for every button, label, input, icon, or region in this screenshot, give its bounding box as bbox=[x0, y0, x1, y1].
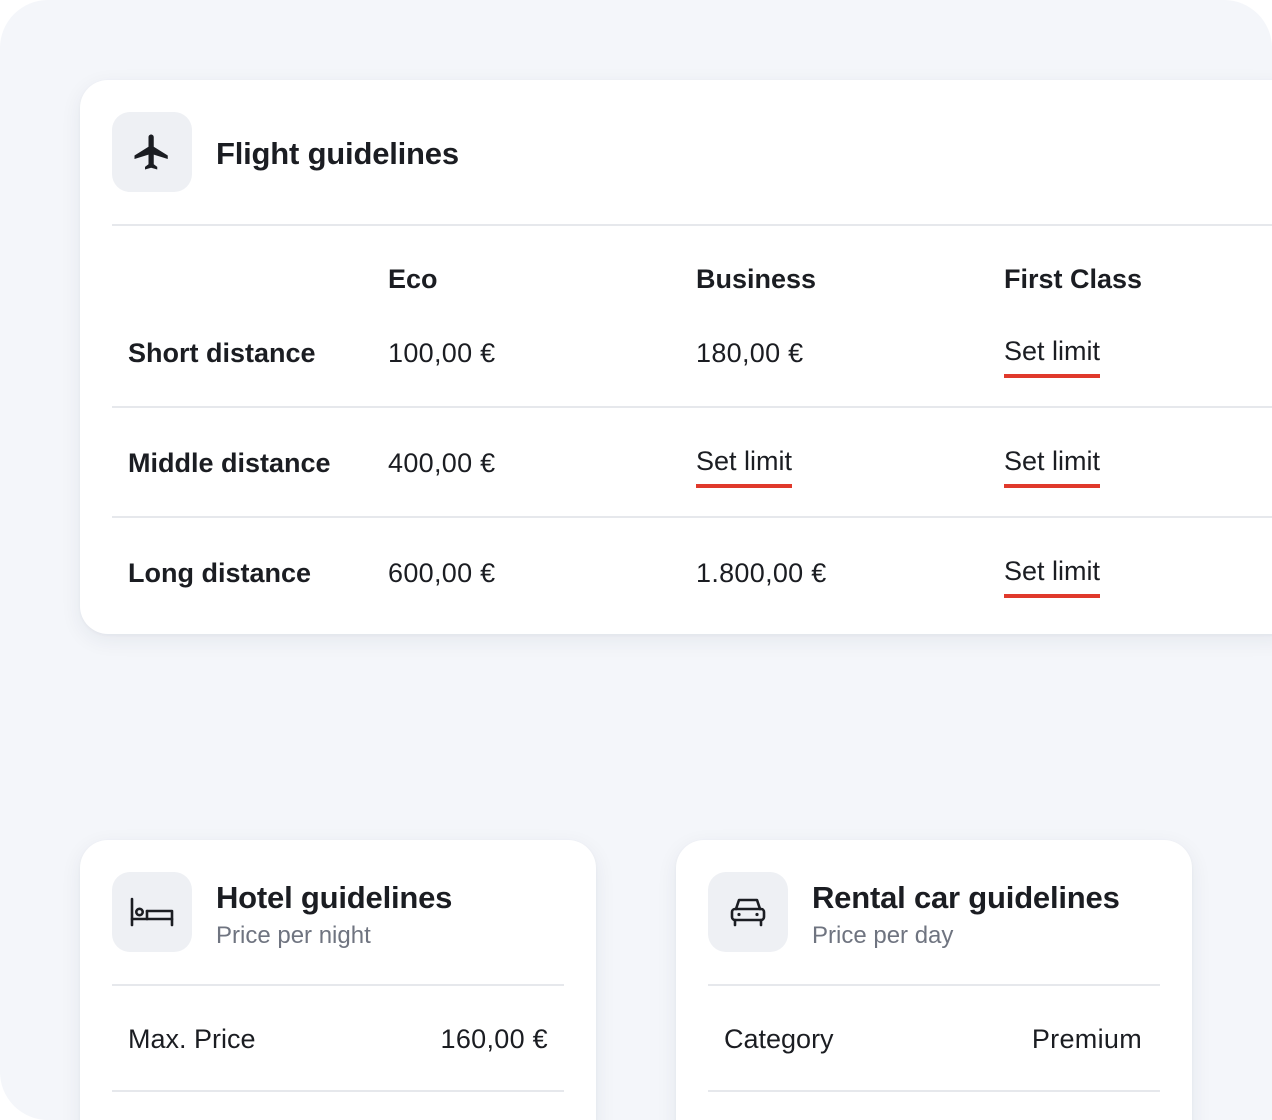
column-header-eco: Eco bbox=[388, 264, 438, 294]
bed-icon bbox=[130, 897, 174, 927]
hotel-row-divider bbox=[112, 1090, 564, 1092]
long-distance-eco-value: 600,00 € bbox=[388, 558, 496, 588]
hotel-max-price-value: 160,00 € bbox=[440, 1024, 548, 1054]
short-distance-business-value: 180,00 € bbox=[696, 338, 804, 368]
airplane-icon bbox=[134, 134, 168, 170]
row-divider-2 bbox=[112, 516, 1272, 518]
car-icon bbox=[730, 898, 766, 927]
row-label-long-distance: Long distance bbox=[128, 558, 312, 588]
long-distance-business-value: 1.800,00 € bbox=[696, 558, 827, 588]
hotel-card-subtitle: Price per night bbox=[216, 922, 371, 949]
rental-car-card-subtitle: Price per day bbox=[812, 922, 954, 949]
rental-car-card-title: Rental car guidelines bbox=[812, 880, 1120, 915]
hotel-guidelines-card: Hotel guidelines Price per night Max. Pr… bbox=[80, 840, 596, 1120]
flight-header-divider bbox=[112, 224, 1272, 226]
flight-card-title: Flight guidelines bbox=[216, 136, 459, 171]
row-label-middle-distance: Middle distance bbox=[128, 448, 331, 478]
long-distance-first-class-set-limit-link[interactable]: Set limit bbox=[1004, 558, 1101, 598]
short-distance-first-class-set-limit-link[interactable]: Set limit bbox=[1004, 338, 1101, 378]
rental-car-guidelines-card: Rental car guidelines Price per day Cate… bbox=[676, 840, 1192, 1120]
car-icon-tile bbox=[708, 872, 788, 952]
row-divider-1 bbox=[112, 406, 1272, 408]
rental-car-category-label: Category bbox=[724, 1024, 834, 1054]
middle-distance-business-set-limit-link[interactable]: Set limit bbox=[696, 448, 793, 488]
rental-car-row-divider bbox=[708, 1090, 1160, 1092]
flight-guidelines-card: Flight guidelines Eco Business First Cla… bbox=[80, 80, 1272, 634]
hotel-max-price-label: Max. Price bbox=[128, 1024, 256, 1054]
hotel-card-title: Hotel guidelines bbox=[216, 880, 453, 915]
short-distance-eco-value: 100,00 € bbox=[388, 338, 496, 368]
column-header-business: Business bbox=[696, 264, 817, 294]
middle-distance-eco-value: 400,00 € bbox=[388, 448, 496, 478]
hotel-icon-tile bbox=[112, 872, 192, 952]
flight-icon-tile bbox=[112, 112, 192, 192]
hotel-header-divider bbox=[112, 984, 564, 986]
column-header-first-class: First Class bbox=[1004, 264, 1143, 294]
row-label-short-distance: Short distance bbox=[128, 338, 316, 368]
page-background: Flight guidelines Eco Business First Cla… bbox=[0, 0, 1272, 1120]
rental-car-category-value: Premium bbox=[1031, 1024, 1142, 1054]
rental-car-header-divider bbox=[708, 984, 1160, 986]
middle-distance-first-class-set-limit-link[interactable]: Set limit bbox=[1004, 448, 1101, 488]
